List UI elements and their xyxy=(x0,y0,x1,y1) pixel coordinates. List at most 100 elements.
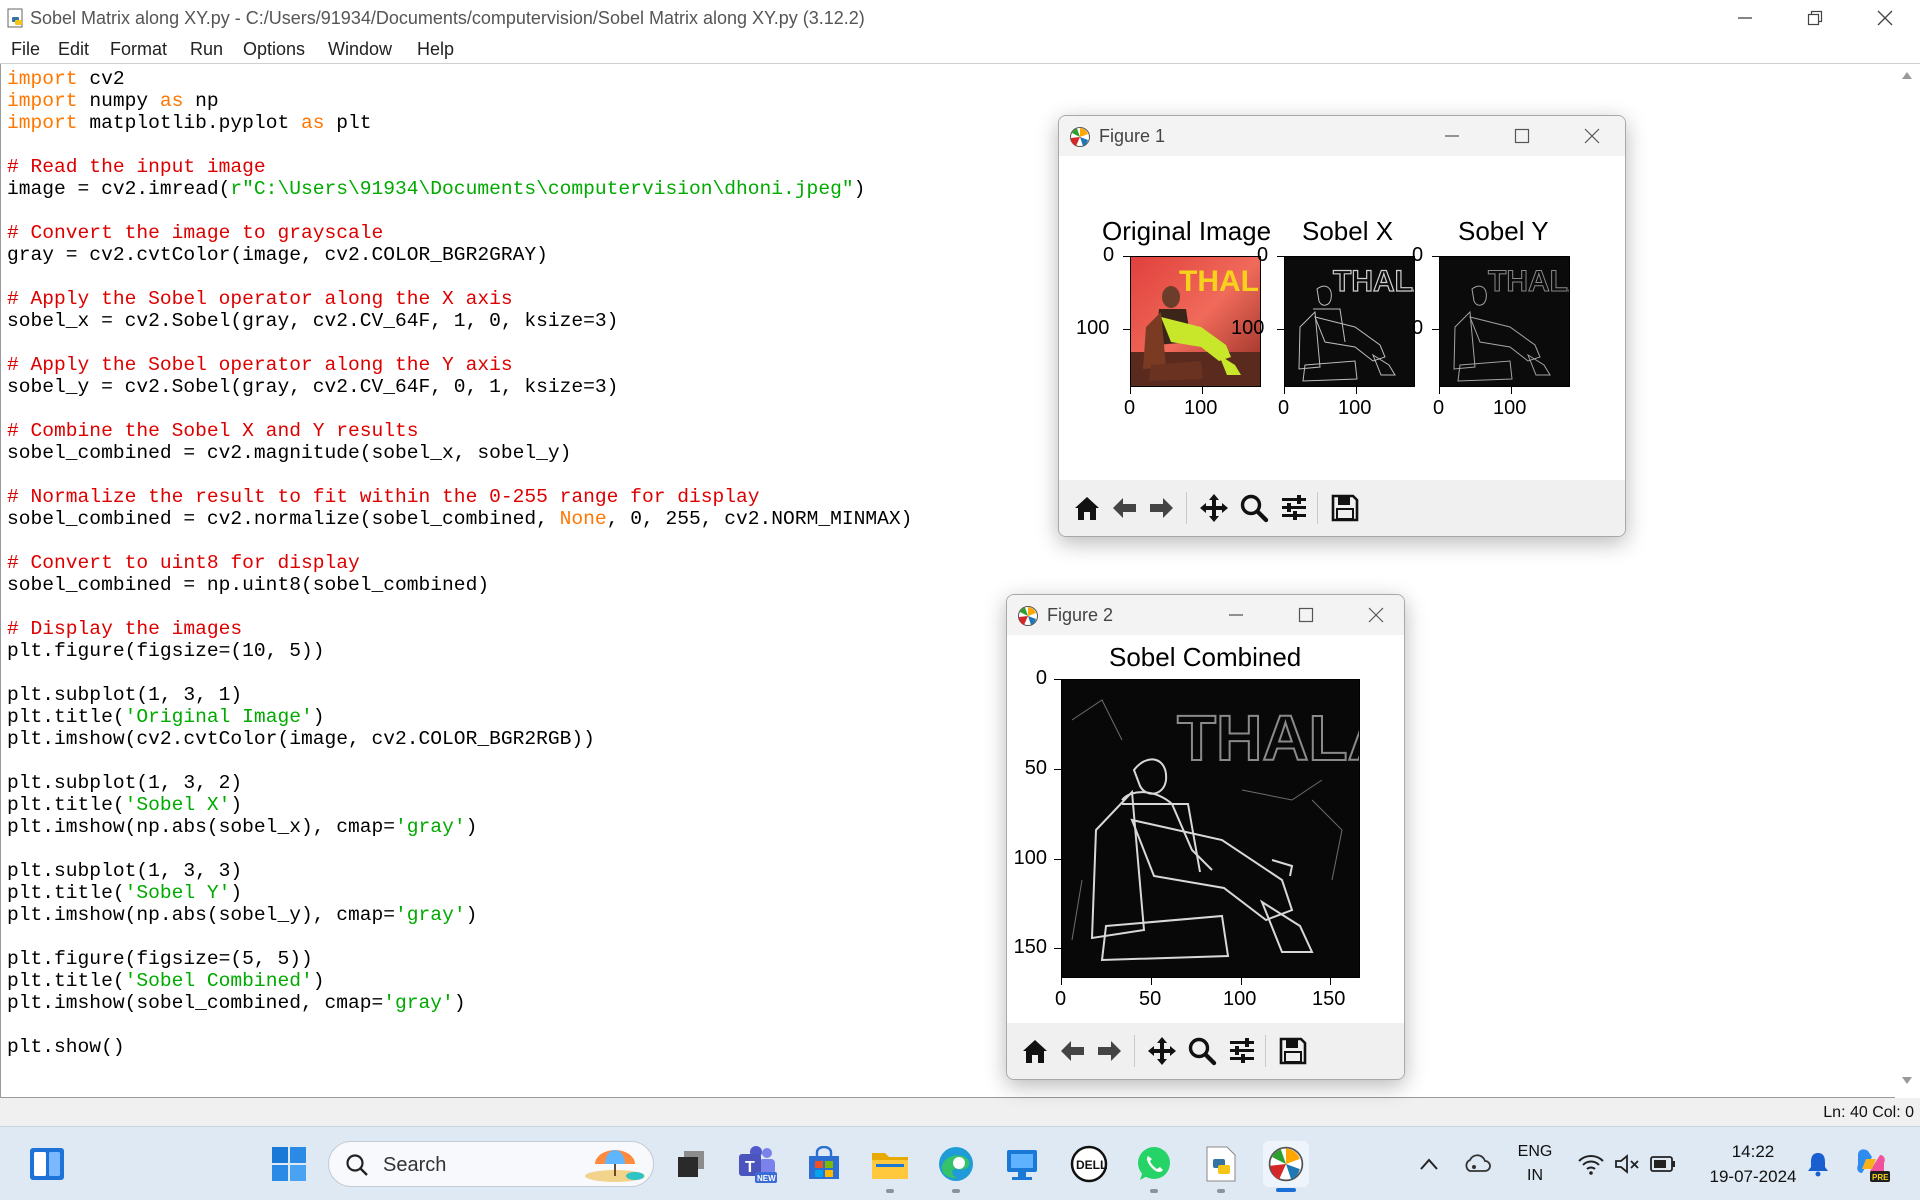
code-line[interactable]: # Apply the Sobel operator along the X a… xyxy=(7,288,912,310)
code-line[interactable] xyxy=(7,464,912,486)
whatsapp-button[interactable] xyxy=(1131,1141,1177,1187)
figure-2-window[interactable]: Figure 2 Sobel Combined THALA xyxy=(1006,594,1405,1080)
dell-button[interactable]: DELL xyxy=(1066,1141,1112,1187)
battery-button[interactable] xyxy=(1644,1141,1682,1187)
code-line[interactable]: # Combine the Sobel X and Y results xyxy=(7,420,912,442)
code-line[interactable]: sobel_combined = cv2.magnitude(sobel_x, … xyxy=(7,442,912,464)
figure-2-close-button[interactable] xyxy=(1341,595,1404,635)
show-hidden-icons-button[interactable] xyxy=(1408,1141,1450,1187)
menu-file[interactable]: File xyxy=(11,39,40,60)
matplotlib-figure-button[interactable] xyxy=(1263,1141,1309,1187)
code-line[interactable] xyxy=(7,750,912,772)
minimize-button[interactable] xyxy=(1710,0,1780,36)
code-line[interactable]: plt.subplot(1, 3, 3) xyxy=(7,860,912,882)
figure-1-window[interactable]: Figure 1 Original Image THAL 0 100 0 100… xyxy=(1058,115,1626,537)
code-line[interactable] xyxy=(7,596,912,618)
save-button[interactable] xyxy=(1275,1033,1311,1069)
code-line[interactable]: plt.imshow(np.abs(sobel_y), cmap='gray') xyxy=(7,904,912,926)
language-indicator-top[interactable]: ENG xyxy=(1512,1143,1558,1161)
pan-button[interactable] xyxy=(1196,490,1232,526)
code-line[interactable]: plt.figure(figsize=(5, 5)) xyxy=(7,948,912,970)
home-button[interactable] xyxy=(1069,490,1105,526)
back-arrow-button[interactable] xyxy=(1054,1033,1090,1069)
onedrive-button[interactable] xyxy=(1456,1141,1498,1187)
code-line[interactable]: # Convert the image to grayscale xyxy=(7,222,912,244)
code-line[interactable] xyxy=(7,530,912,552)
code-line[interactable]: sobel_x = cv2.Sobel(gray, cv2.CV_64F, 1,… xyxy=(7,310,912,332)
code-line[interactable] xyxy=(7,1014,912,1036)
code-line[interactable]: sobel_y = cv2.Sobel(gray, cv2.CV_64F, 0,… xyxy=(7,376,912,398)
code-line[interactable]: import matplotlib.pyplot as plt xyxy=(7,112,912,134)
forward-arrow-button[interactable] xyxy=(1092,1033,1128,1069)
code-line[interactable] xyxy=(7,662,912,684)
menu-run[interactable]: Run xyxy=(190,39,223,60)
forward-arrow-button[interactable] xyxy=(1144,490,1180,526)
notifications-button[interactable] xyxy=(1798,1141,1838,1187)
code-line[interactable] xyxy=(7,134,912,156)
code-line[interactable]: # Normalize the result to fit within the… xyxy=(7,486,912,508)
menu-help[interactable]: Help xyxy=(417,39,454,60)
code-line[interactable]: plt.show() xyxy=(7,1036,912,1058)
edge-button[interactable] xyxy=(933,1141,979,1187)
figure-1-title-bar[interactable]: Figure 1 xyxy=(1059,116,1625,156)
file-explorer-button[interactable] xyxy=(867,1141,913,1187)
code-line[interactable]: # Apply the Sobel operator along the Y a… xyxy=(7,354,912,376)
menu-format[interactable]: Format xyxy=(110,39,167,60)
python-idle-button[interactable] xyxy=(1198,1141,1244,1187)
menu-edit[interactable]: Edit xyxy=(58,39,89,60)
code-line[interactable]: plt.title('Sobel X') xyxy=(7,794,912,816)
code-line[interactable]: sobel_combined = np.uint8(sobel_combined… xyxy=(7,574,912,596)
home-button[interactable] xyxy=(1017,1033,1053,1069)
figure-2-title-bar[interactable]: Figure 2 xyxy=(1007,595,1404,635)
clock-time[interactable]: 14:22 xyxy=(1693,1142,1813,1162)
start-button[interactable] xyxy=(266,1141,312,1187)
zoom-button[interactable] xyxy=(1184,1033,1220,1069)
language-indicator-bottom[interactable]: IN xyxy=(1512,1167,1558,1185)
code-line[interactable]: plt.title('Sobel Y') xyxy=(7,882,912,904)
code-line[interactable] xyxy=(7,266,912,288)
code-line[interactable]: # Convert to uint8 for display xyxy=(7,552,912,574)
code-line[interactable]: sobel_combined = cv2.normalize(sobel_com… xyxy=(7,508,912,530)
code-line[interactable]: plt.imshow(cv2.cvtColor(image, cv2.COLOR… xyxy=(7,728,912,750)
volume-button[interactable] xyxy=(1608,1141,1646,1187)
configure-subplots-button[interactable] xyxy=(1276,490,1312,526)
configure-subplots-button[interactable] xyxy=(1224,1033,1260,1069)
vertical-scrollbar[interactable] xyxy=(1895,64,1920,1098)
task-view-button[interactable] xyxy=(668,1141,714,1187)
code-line[interactable]: plt.title('Sobel Combined') xyxy=(7,970,912,992)
code-line[interactable]: plt.subplot(1, 3, 1) xyxy=(7,684,912,706)
save-button[interactable] xyxy=(1327,490,1363,526)
figure-1-minimize-button[interactable] xyxy=(1417,116,1487,156)
close-button[interactable] xyxy=(1850,0,1920,36)
code-line[interactable] xyxy=(7,200,912,222)
pan-button[interactable] xyxy=(1144,1033,1180,1069)
zoom-button[interactable] xyxy=(1236,490,1272,526)
code-line[interactable]: plt.imshow(sobel_combined, cmap='gray') xyxy=(7,992,912,1014)
menu-options[interactable]: Options xyxy=(243,39,305,60)
code-line[interactable] xyxy=(7,398,912,420)
back-arrow-button[interactable] xyxy=(1106,490,1142,526)
teams-button[interactable]: T NEW xyxy=(734,1141,780,1187)
code-line[interactable]: gray = cv2.cvtColor(image, cv2.COLOR_BGR… xyxy=(7,244,912,266)
figure-2-maximize-button[interactable] xyxy=(1271,595,1341,635)
code-line[interactable]: image = cv2.imread(r"C:\Users\91934\Docu… xyxy=(7,178,912,200)
copilot-button[interactable]: PRE xyxy=(1848,1141,1894,1187)
code-line[interactable] xyxy=(7,926,912,948)
code-line[interactable] xyxy=(7,332,912,354)
code-text[interactable]: import cv2 import numpy as np import matpl… xyxy=(7,68,912,1058)
code-line[interactable] xyxy=(7,838,912,860)
figure-1-canvas[interactable]: Original Image THALA xyxy=(1059,156,1625,482)
wifi-button[interactable] xyxy=(1572,1141,1610,1187)
code-line[interactable]: plt.figure(figsize=(10, 5)) xyxy=(7,640,912,662)
widgets-button[interactable] xyxy=(24,1141,70,1187)
remote-desktop-button[interactable] xyxy=(999,1141,1045,1187)
clock-date[interactable]: 19-07-2024 xyxy=(1693,1167,1813,1187)
code-line[interactable]: plt.title('Original Image') xyxy=(7,706,912,728)
code-line[interactable]: import numpy as np xyxy=(7,90,912,112)
figure-2-canvas[interactable]: Sobel Combined THALA xyxy=(1007,635,1404,1025)
menu-window[interactable]: Window xyxy=(328,39,392,60)
code-line[interactable]: plt.subplot(1, 3, 2) xyxy=(7,772,912,794)
scroll-up-icon[interactable] xyxy=(1901,70,1913,80)
scroll-down-icon[interactable] xyxy=(1901,1076,1913,1086)
figure-1-close-button[interactable] xyxy=(1557,116,1625,156)
